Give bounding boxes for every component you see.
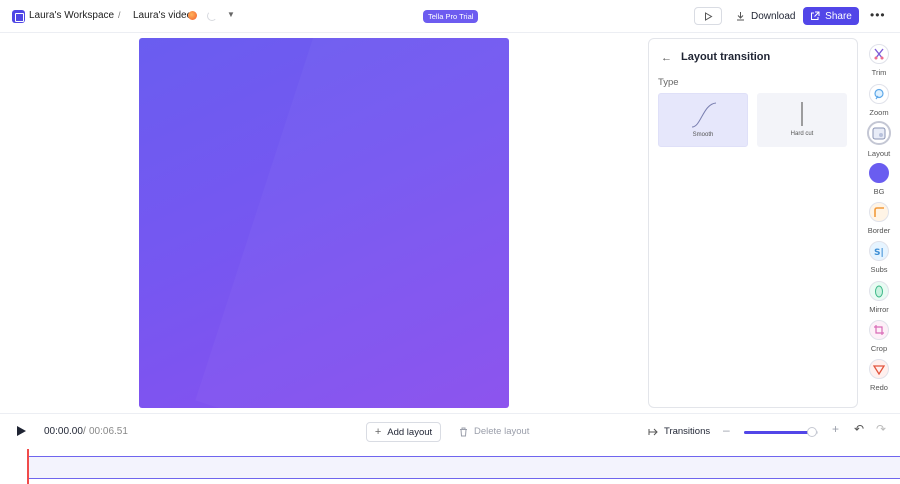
plus-icon: + [374, 426, 382, 438]
redo-icon [869, 359, 889, 379]
video-emoji-icon [188, 11, 197, 20]
share-label: Share [825, 10, 852, 22]
tool-trim[interactable]: Trim [864, 44, 894, 77]
share-icon [811, 11, 820, 20]
breadcrumb-separator: / [118, 10, 121, 20]
workspace-name[interactable]: Laura's Workspace [29, 10, 114, 21]
current-time: 00:00.00 [44, 426, 83, 437]
share-button[interactable]: Share [803, 7, 859, 25]
delete-layout-label: Delete layout [474, 426, 530, 437]
time-separator: / [83, 426, 86, 437]
download-icon [737, 12, 744, 21]
panel-title: Layout transition [681, 51, 771, 63]
tool-label-bg: BG [873, 187, 885, 196]
redo-arrow-icon[interactable]: ↷ [876, 422, 886, 436]
tool-redo[interactable]: Redo [864, 359, 894, 392]
zoom-out-icon[interactable]: – [723, 423, 730, 437]
workspace-logo-icon[interactable] [12, 10, 25, 23]
option-label-hard-cut: Hard cut [790, 131, 814, 137]
tool-label-zoom: Zoom [869, 108, 889, 117]
tool-mirror[interactable]: Mirror [864, 281, 894, 314]
pro-trial-badge[interactable]: Tella Pro Trial [423, 10, 479, 23]
hard-cut-icon [801, 102, 803, 126]
tool-subs[interactable]: S| Subs [864, 241, 894, 274]
transitions-label: Transitions [664, 426, 711, 437]
timeline [0, 449, 900, 484]
svg-text:S|: S| [874, 248, 884, 257]
undo-icon[interactable]: ↶ [854, 422, 864, 436]
video-title[interactable]: Laura's video [133, 10, 192, 21]
tool-zoom[interactable]: Zoom [864, 84, 894, 117]
tool-bg[interactable]: BG [864, 163, 894, 196]
trim-icon [869, 44, 889, 64]
type-label: Type [658, 77, 679, 88]
tool-label-crop: Crop [870, 344, 888, 353]
editor-canvas-area [0, 34, 645, 412]
zoom-slider-handle[interactable] [807, 427, 818, 437]
tool-label-trim: Trim [871, 68, 887, 77]
tool-layout[interactable]: Layout [864, 121, 894, 158]
trash-icon [460, 427, 467, 436]
smooth-curve-icon [691, 102, 717, 128]
subtitles-icon: S| [869, 241, 889, 261]
tool-crop[interactable]: Crop [864, 320, 894, 353]
preview-button[interactable] [694, 7, 722, 25]
total-time: 00:06.51 [89, 426, 128, 437]
layout-icon [867, 121, 891, 145]
back-arrow-icon[interactable]: ← [661, 52, 672, 64]
add-layout-label: Add layout [387, 426, 433, 438]
zoom-slider[interactable] [744, 427, 818, 437]
border-icon [869, 202, 889, 222]
play-outline-icon [705, 12, 713, 21]
timeline-clip-track[interactable] [28, 456, 900, 479]
download-button[interactable]: Download [736, 8, 795, 24]
saving-spinner-icon [207, 11, 217, 21]
add-layout-button[interactable]: + Add layout [366, 422, 441, 442]
delete-layout-button[interactable]: Delete layout [459, 426, 529, 437]
zoom-in-icon[interactable]: + [832, 422, 839, 436]
playback-bar: 00:00.00 / 00:06.51 + Add layout Delete … [0, 413, 900, 449]
zoom-icon [869, 84, 889, 104]
transition-option-smooth[interactable]: Smooth [658, 93, 748, 147]
layout-transition-panel: ← Layout transition Type Smooth Hard cut [648, 38, 858, 408]
video-canvas[interactable] [139, 38, 509, 408]
transitions-button[interactable]: Transitions [648, 426, 710, 437]
playhead[interactable] [27, 449, 29, 484]
download-label: Download [751, 10, 796, 22]
transitions-icon [648, 428, 658, 435]
tool-label-redo: Redo [870, 383, 888, 392]
option-label-smooth: Smooth [692, 132, 714, 138]
tool-border[interactable]: Border [864, 202, 894, 235]
background-color-icon [869, 163, 889, 183]
tool-label-layout: Layout [867, 149, 891, 158]
tool-label-subs: Subs [870, 265, 888, 274]
mirror-icon [869, 281, 889, 301]
more-options-icon[interactable]: ••• [870, 8, 886, 22]
chevron-down-icon[interactable]: ▼ [227, 10, 235, 19]
top-bar: Laura's Workspace / Laura's video ▼ Tell… [0, 0, 900, 33]
tool-label-border: Border [867, 226, 891, 235]
transition-option-hard-cut[interactable]: Hard cut [757, 93, 847, 147]
play-icon[interactable] [17, 426, 26, 436]
zoom-slider-fill [744, 431, 813, 434]
tool-label-mirror: Mirror [869, 305, 889, 314]
crop-icon [869, 320, 889, 340]
